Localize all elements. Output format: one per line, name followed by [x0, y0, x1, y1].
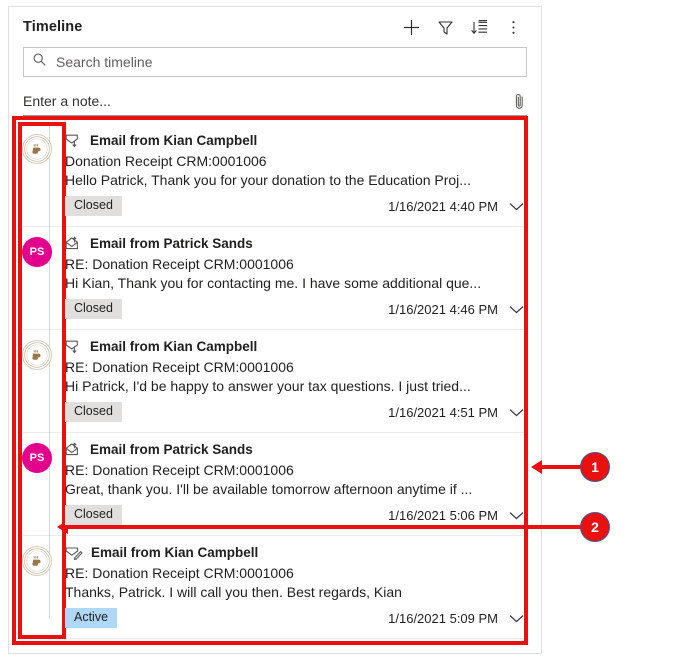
email-draft-icon — [65, 545, 83, 560]
avatar-initials: PS — [29, 452, 45, 464]
email-sent-icon — [65, 441, 82, 457]
status-badge[interactable]: Closed — [65, 299, 122, 319]
timeline-item-subject: Donation Receipt CRM:0001006 — [65, 153, 267, 169]
timeline-item-title: Email from Kian Campbell — [90, 132, 258, 148]
timeline-item-header: Email from Kian Campbell — [65, 130, 525, 150]
search-icon — [32, 52, 47, 72]
search-placeholder: Search timeline — [56, 54, 153, 70]
timeline-item-timestamp: 1/16/2021 5:09 PM — [388, 610, 498, 626]
chevron-down-icon[interactable] — [508, 510, 525, 521]
search-section: Search timeline — [9, 47, 541, 77]
note-input[interactable]: Enter a note... — [23, 87, 527, 116]
avatar-column — [9, 542, 65, 630]
timeline-item-subject: RE: Donation Receipt CRM:0001006 — [65, 256, 294, 272]
status-badge[interactable]: Closed — [65, 196, 122, 216]
status-badge[interactable]: Closed — [65, 505, 122, 525]
sort-button[interactable] — [463, 12, 495, 42]
timeline-item-snippet: Thanks, Patrick. I will call you then. B… — [65, 584, 402, 600]
timeline-item-footer: Active 1/16/2021 5:09 PM — [65, 606, 525, 630]
timeline-item[interactable]: PS Email from Patrick Sands RE: Donation… — [9, 433, 541, 531]
timeline-item-title: Email from Kian Campbell — [90, 338, 258, 354]
timeline-item-snippet: Hi Kian, Thank you for contacting me. I … — [65, 275, 482, 291]
timeline-item[interactable]: Email from Kian Campbell Donation Receip… — [9, 124, 541, 222]
status-badge[interactable]: Active — [65, 608, 118, 628]
timeline-item-header: Email from Kian Campbell — [65, 336, 525, 356]
timeline-toolbar — [395, 12, 529, 42]
avatar[interactable] — [22, 340, 52, 370]
chevron-down-icon[interactable] — [508, 407, 525, 418]
timeline-item-body: Email from Kian Campbell RE: Donation Re… — [65, 336, 527, 424]
timeline-item-snippet: Great, thank you. I'll be available tomo… — [65, 481, 473, 497]
avatar-initials: PS — [29, 246, 45, 258]
avatar-column — [9, 130, 65, 218]
callout-2: 2 — [580, 512, 610, 542]
avatar[interactable]: PS — [22, 443, 52, 473]
chevron-down-icon[interactable] — [508, 201, 525, 212]
timeline-item-footer: Closed 1/16/2021 4:51 PM — [65, 400, 525, 424]
timeline-item-body: Email from Kian Campbell Donation Receip… — [65, 130, 527, 218]
avatar-column: PS — [9, 233, 65, 321]
timeline-list: Email from Kian Campbell Donation Receip… — [9, 124, 541, 639]
page-title: Timeline — [23, 19, 83, 35]
add-record-button[interactable] — [395, 12, 427, 42]
timeline-item-title: Email from Kian Campbell — [91, 544, 259, 560]
timeline-item-timestamp: 1/16/2021 4:51 PM — [388, 404, 498, 420]
timeline-item-footer: Closed 1/16/2021 5:06 PM — [65, 503, 525, 527]
timeline-item-body: Email from Kian Campbell RE: Donation Re… — [65, 542, 527, 630]
callout-1: 1 — [580, 452, 610, 482]
timeline-item-body: Email from Patrick Sands RE: Donation Re… — [65, 233, 527, 321]
timeline-item-timestamp: 1/16/2021 5:06 PM — [388, 507, 498, 523]
filter-button[interactable] — [429, 12, 461, 42]
timeline-item-footer: Closed 1/16/2021 4:40 PM — [65, 194, 525, 218]
timeline-item-header: Email from Patrick Sands — [65, 233, 525, 253]
more-commands-button[interactable] — [497, 12, 529, 42]
avatar[interactable] — [22, 546, 52, 576]
avatar[interactable] — [22, 134, 52, 164]
avatar[interactable]: PS — [22, 237, 52, 267]
timeline-item-footer: Closed 1/16/2021 4:46 PM — [65, 297, 525, 321]
timeline-item-subject: RE: Donation Receipt CRM:0001006 — [65, 462, 294, 478]
timeline-item-title: Email from Patrick Sands — [90, 441, 253, 457]
timeline-item-header: Email from Kian Campbell — [65, 542, 525, 562]
callout-1-label: 1 — [591, 459, 599, 475]
callout-1-leader-line — [540, 465, 582, 469]
timeline-item-header: Email from Patrick Sands — [65, 439, 525, 459]
note-placeholder: Enter a note... — [23, 93, 111, 109]
timeline-item-subject: RE: Donation Receipt CRM:0001006 — [65, 565, 294, 581]
chevron-down-icon[interactable] — [508, 304, 525, 315]
chevron-down-icon[interactable] — [508, 613, 525, 624]
avatar-column — [9, 336, 65, 424]
timeline-item[interactable]: PS Email from Patrick Sands RE: Donation… — [9, 227, 541, 325]
email-sent-icon — [65, 235, 82, 251]
timeline-item-body: Email from Patrick Sands RE: Donation Re… — [65, 439, 527, 527]
timeline-item[interactable]: Email from Kian Campbell RE: Donation Re… — [9, 330, 541, 428]
timeline-item-snippet: Hello Patrick, Thank you for your donati… — [65, 172, 471, 188]
avatar-column: PS — [9, 439, 65, 527]
callout-2-label: 2 — [591, 519, 599, 535]
timeline-item-subject: RE: Donation Receipt CRM:0001006 — [65, 359, 294, 375]
timeline-header: Timeline — [9, 7, 541, 47]
search-input[interactable]: Search timeline — [23, 47, 527, 77]
timeline-item-snippet: Hi Patrick, I'd be happy to answer your … — [65, 378, 471, 394]
status-badge[interactable]: Closed — [65, 402, 122, 422]
timeline-panel: Timeline Search timeline Enter a note...… — [8, 6, 542, 654]
email-received-icon — [65, 339, 82, 354]
timeline-item[interactable]: Email from Kian Campbell RE: Donation Re… — [9, 536, 541, 634]
timeline-item-timestamp: 1/16/2021 4:46 PM — [388, 301, 498, 317]
timeline-item-timestamp: 1/16/2021 4:40 PM — [388, 198, 498, 214]
paperclip-icon[interactable] — [512, 92, 527, 111]
timeline-item-title: Email from Patrick Sands — [90, 235, 253, 251]
note-section: Enter a note... — [9, 87, 541, 116]
email-received-icon — [65, 133, 82, 148]
timeline-separator — [23, 638, 527, 639]
